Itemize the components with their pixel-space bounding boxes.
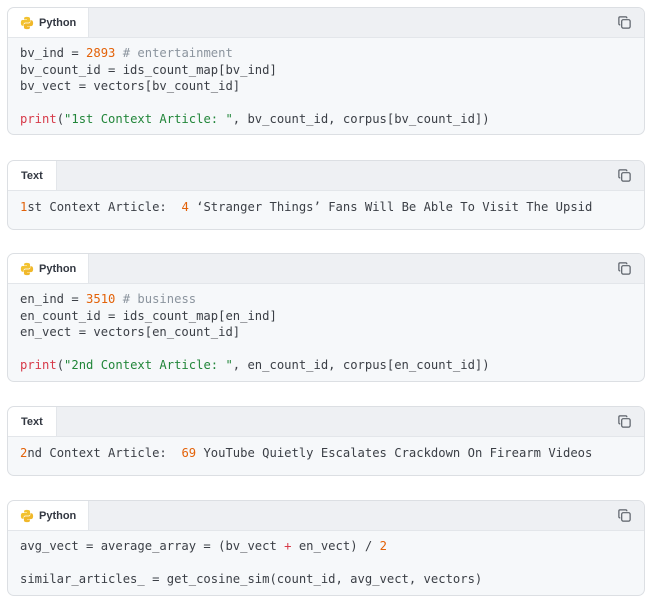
code-content: bv_ind = 2893 # entertainment bv_count_i… xyxy=(8,38,644,134)
code-token: # business xyxy=(122,292,197,306)
language-label: Python xyxy=(39,509,77,522)
language-tab: Python xyxy=(8,254,90,283)
code-line: en_ind = 3510 # business xyxy=(20,292,196,306)
code-block-2: Python en_ind = 3510 # business en_count… xyxy=(7,253,645,382)
copy-icon[interactable] xyxy=(617,15,632,30)
code-token: print xyxy=(20,112,57,127)
code-token: ‘Stranger Things’ Fans Will Be Able To V… xyxy=(188,200,593,214)
code-token: st Context Article: xyxy=(27,200,182,214)
code-token: 69 xyxy=(181,446,197,460)
code-line: similar_articles_ = get_cosine_sim(count… xyxy=(20,572,482,586)
code-token: ( xyxy=(56,112,65,127)
output-block-1: Text 1st Context Article: 4 ‘Stranger Th… xyxy=(7,160,645,230)
copy-icon[interactable] xyxy=(617,414,632,429)
language-tab: Text xyxy=(8,407,57,436)
code-token: , bv_count_id, corpus[bv_count_id]) xyxy=(232,112,490,127)
output-content: 2nd Context Article: 69 YouTube Quietly … xyxy=(8,437,644,471)
code-line: print("2nd Context Article: ", en_count_… xyxy=(20,358,490,372)
code-token: en_count_id = ids_count_map[en_ind] xyxy=(20,308,277,323)
language-label: Python xyxy=(39,262,77,275)
code-line: print("1st Context Article: ", bv_count_… xyxy=(20,112,490,126)
language-tab: Python xyxy=(8,501,90,530)
copy-icon[interactable] xyxy=(617,261,632,276)
code-line: bv_vect = vectors[bv_count_id] xyxy=(20,79,240,93)
code-content: en_ind = 3510 # business en_count_id = i… xyxy=(8,284,644,381)
code-line: bv_ind = 2893 # entertainment xyxy=(20,46,233,60)
output-content: 1st Context Article: 4 ‘Stranger Things’… xyxy=(8,191,644,225)
copy-icon[interactable] xyxy=(617,168,632,183)
code-token: # entertainment xyxy=(122,46,233,60)
code-token: en_vect) / xyxy=(291,539,380,553)
code-token: ( xyxy=(56,358,65,373)
language-label: Text xyxy=(21,415,43,428)
code-token: bv_ind = xyxy=(20,46,87,60)
code-token: 2893 xyxy=(86,46,116,60)
code-block-header: Python xyxy=(8,501,644,531)
python-logo-icon xyxy=(20,262,34,275)
language-label: Python xyxy=(39,16,77,29)
code-token: + xyxy=(284,539,292,553)
code-token: avg_vect = average_array = (bv_vect xyxy=(20,539,285,553)
code-line: 2nd Context Article: 69 YouTube Quietly … xyxy=(20,446,592,460)
code-token: "2nd Context Article: " xyxy=(64,358,233,373)
code-token: similar_articles_ = get_cosine_sim(count… xyxy=(20,572,483,587)
code-line: 1st Context Article: 4 ‘Stranger Things’… xyxy=(20,200,592,214)
code-token: YouTube Quietly Escalates Crackdown On F… xyxy=(196,446,593,460)
python-logo-icon xyxy=(20,16,34,29)
code-token: en_ind = xyxy=(20,292,87,306)
code-token: bv_vect = vectors[bv_count_id] xyxy=(20,79,241,94)
language-tab: Python xyxy=(8,8,90,37)
language-tab: Text xyxy=(8,161,57,190)
output-block-header: Text xyxy=(8,407,644,437)
code-block-header: Python xyxy=(8,8,644,38)
language-label: Text xyxy=(21,169,43,182)
code-token: 2 xyxy=(379,539,387,553)
output-block-header: Text xyxy=(8,161,644,191)
python-logo-icon xyxy=(20,509,34,522)
code-block-3: Python avg_vect = average_array = (bv_ve… xyxy=(7,500,645,596)
copy-icon[interactable] xyxy=(617,508,632,523)
code-token: print xyxy=(20,358,57,373)
code-line: bv_count_id = ids_count_map[bv_ind] xyxy=(20,63,277,77)
code-token: , en_count_id, corpus[en_count_id]) xyxy=(232,358,490,373)
code-block-1: Python bv_ind = 2893 # entertainment bv_… xyxy=(7,7,645,135)
code-token: nd Context Article: xyxy=(27,446,182,460)
code-line: en_vect = vectors[en_count_id] xyxy=(20,325,240,339)
code-token: en_vect = vectors[en_count_id] xyxy=(20,325,241,340)
output-block-2: Text 2nd Context Article: 69 YouTube Qui… xyxy=(7,406,645,476)
code-token: 4 xyxy=(181,200,189,214)
code-token: 3510 xyxy=(86,292,116,306)
code-content: avg_vect = average_array = (bv_vect + en… xyxy=(8,531,644,595)
code-line: avg_vect = average_array = (bv_vect + en… xyxy=(20,539,387,553)
code-token: "1st Context Article: " xyxy=(64,112,233,127)
code-block-header: Python xyxy=(8,254,644,284)
code-line: en_count_id = ids_count_map[en_ind] xyxy=(20,309,277,323)
code-token: bv_count_id = ids_count_map[bv_ind] xyxy=(20,62,277,77)
